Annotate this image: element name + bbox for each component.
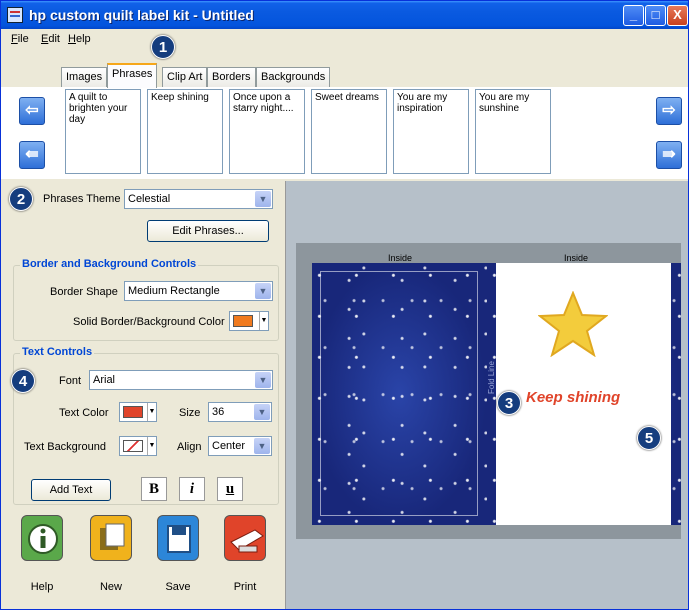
close-button[interactable]: X	[667, 5, 688, 26]
size-select[interactable]: 36 ▼	[208, 402, 272, 422]
app-icon	[7, 7, 23, 23]
bold-button[interactable]: B	[141, 477, 167, 501]
phrases-theme-value: Celestial	[128, 193, 171, 205]
menu-file-accel: F	[11, 33, 18, 45]
italic-button[interactable]: i	[179, 477, 205, 501]
phrase-card[interactable]: Once upon a starry night....	[229, 89, 305, 174]
callout-badge-4: 4	[11, 369, 35, 393]
first-arrow-icon[interactable]: ⇚	[19, 141, 45, 169]
help-button[interactable]	[21, 515, 63, 561]
info-icon	[28, 524, 58, 554]
chevron-down-icon: ▼	[255, 283, 271, 299]
print-button[interactable]	[224, 515, 266, 561]
size-label: Size	[179, 407, 201, 419]
menu-bar: File Edit Help	[1, 29, 688, 49]
edit-phrases-button[interactable]: Edit Phrases...	[147, 220, 269, 242]
save-label: Save	[165, 581, 191, 593]
print-label: Print	[233, 581, 257, 593]
border-background-title: Border and Background Controls	[20, 258, 199, 270]
align-label: Align	[177, 441, 202, 453]
callout-badge-3: 3	[497, 391, 521, 415]
maximize-button[interactable]: □	[645, 5, 666, 26]
new-button[interactable]	[90, 515, 132, 561]
next-arrow-icon[interactable]: ⇨	[656, 97, 682, 125]
minimize-button[interactable]: _	[623, 5, 644, 26]
menu-help-accel: H	[68, 33, 76, 45]
border-color-swatch	[233, 315, 253, 327]
solid-color-label: Solid Border/Background Color	[73, 316, 225, 328]
phrases-theme-label: Phrases Theme	[43, 193, 121, 205]
star-clipart-icon	[538, 291, 608, 357]
border-shape-value: Medium Rectangle	[128, 285, 220, 297]
tab-phrases[interactable]: Phrases	[107, 63, 158, 88]
chevron-down-icon: ▼	[255, 191, 271, 207]
inside-label-left: Inside	[388, 253, 413, 263]
border-shape-label: Border Shape	[50, 286, 118, 298]
inside-label-right: Inside	[564, 253, 589, 263]
phrase-card[interactable]: A quilt to brighten your day	[65, 89, 141, 174]
align-select[interactable]: Center ▼	[208, 436, 272, 456]
printer-icon	[230, 529, 264, 553]
window-title: hp custom quilt label kit - Untitled	[29, 7, 254, 23]
last-arrow-icon[interactable]: ⇛	[656, 141, 682, 169]
menu-edit-rest: dit	[48, 33, 60, 45]
phrase-card[interactable]: You are my sunshine	[475, 89, 551, 174]
callout-badge-5: 5	[637, 426, 661, 450]
menu-file-rest: ile	[17, 33, 29, 45]
new-label: New	[99, 581, 122, 593]
label-phrase-text[interactable]: Keep shining	[526, 389, 620, 406]
prev-arrow-icon[interactable]: ⇦	[19, 97, 45, 125]
fold-line-label: Fold Line	[486, 361, 496, 394]
chevron-down-icon: ▼	[259, 312, 268, 330]
text-color-swatch	[123, 406, 143, 418]
left-border-guide	[320, 271, 478, 516]
menu-help[interactable]: Help	[68, 33, 91, 45]
text-color-picker[interactable]: ▼	[119, 402, 157, 422]
no-fill-icon	[123, 440, 143, 452]
font-select[interactable]: Arial ▼	[89, 370, 273, 390]
floppy-disk-icon	[167, 525, 191, 553]
text-controls-title: Text Controls	[20, 346, 95, 358]
title-bar[interactable]: hp custom quilt label kit - Untitled _ □…	[1, 1, 688, 29]
phrase-card[interactable]: Sweet dreams	[311, 89, 387, 174]
phrase-gallery: A quilt to brighten your day Keep shinin…	[1, 87, 688, 179]
tab-clip-art[interactable]: Clip Art	[162, 67, 208, 87]
menu-help-rest: elp	[75, 33, 91, 45]
tab-borders[interactable]: Borders	[207, 67, 256, 87]
tab-images[interactable]: Images	[61, 67, 108, 87]
chevron-down-icon: ▼	[254, 404, 270, 420]
phrase-card[interactable]: Keep shining	[147, 89, 223, 174]
border-color-picker[interactable]: ▼	[229, 311, 269, 331]
help-label: Help	[30, 581, 54, 593]
font-value: Arial	[93, 374, 116, 386]
text-background-picker[interactable]: ▼	[119, 436, 157, 456]
chevron-down-icon: ▼	[255, 372, 271, 388]
add-text-button[interactable]: Add Text	[31, 479, 111, 501]
chevron-down-icon: ▼	[147, 403, 156, 421]
text-background-label: Text Background	[24, 441, 106, 453]
font-label: Font	[59, 375, 82, 387]
menu-edit[interactable]: Edit	[41, 33, 60, 45]
tab-backgrounds[interactable]: Backgrounds	[256, 67, 331, 87]
menu-file[interactable]: File	[11, 33, 29, 45]
new-document-icon	[100, 523, 125, 550]
app-window: hp custom quilt label kit - Untitled _ □…	[0, 0, 689, 610]
chevron-down-icon: ▼	[254, 438, 270, 454]
phrases-theme-select[interactable]: Celestial ▼	[124, 189, 273, 209]
size-value: 36	[212, 406, 225, 418]
text-color-label: Text Color	[59, 407, 109, 419]
callout-badge-1: 1	[151, 35, 175, 59]
border-shape-select[interactable]: Medium Rectangle ▼	[124, 281, 273, 301]
callout-badge-2: 2	[9, 187, 33, 211]
save-button[interactable]	[157, 515, 199, 561]
chevron-down-icon: ▼	[147, 437, 156, 455]
phrase-card[interactable]: You are my inspiration	[393, 89, 469, 174]
underline-button[interactable]: u	[217, 477, 243, 501]
align-value: Center	[212, 440, 246, 452]
